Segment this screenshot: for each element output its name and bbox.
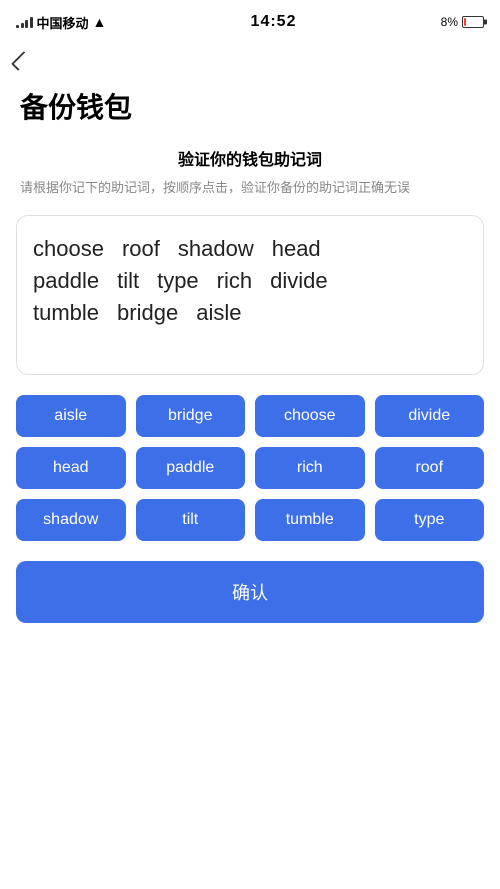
chip-tumble[interactable]: tumble [255, 499, 365, 541]
wifi-icon: ▲ [93, 14, 107, 30]
chip-paddle[interactable]: paddle [136, 447, 246, 489]
battery-fill [464, 18, 466, 26]
back-button[interactable] [0, 44, 500, 78]
word-row-3: tumble bridge aisle [33, 300, 467, 326]
status-time: 14:52 [251, 13, 297, 31]
word-display-box: choose roof shadow head paddle tilt type… [16, 215, 484, 375]
status-carrier: 中国移动 ▲ [16, 13, 106, 32]
chips-container: aisle bridge choose divide head paddle r… [0, 395, 500, 541]
status-bar: 中国移动 ▲ 14:52 8% [0, 0, 500, 44]
chip-head[interactable]: head [16, 447, 126, 489]
chip-shadow[interactable]: shadow [16, 499, 126, 541]
display-word-divide: divide [270, 268, 327, 294]
confirm-button[interactable]: 确认 [16, 561, 484, 623]
carrier-label: 中国移动 [37, 13, 89, 32]
word-row-1: choose roof shadow head [33, 236, 467, 262]
word-row-2: paddle tilt type rich divide [33, 268, 467, 294]
chip-bridge[interactable]: bridge [136, 395, 246, 437]
display-word-bridge: bridge [117, 300, 178, 326]
section-desc: 请根据你记下的助记词，按顺序点击，验证你备份的助记词正确无误 [0, 178, 500, 199]
display-word-roof: roof [122, 236, 160, 262]
battery-icon [462, 16, 484, 28]
section-heading: 验证你的钱包助记词 [0, 146, 500, 170]
display-word-tilt: tilt [117, 268, 139, 294]
chip-aisle[interactable]: aisle [16, 395, 126, 437]
signal-icon [16, 16, 33, 28]
page-title: 备份钱包 [0, 78, 500, 146]
chip-rich[interactable]: rich [255, 447, 365, 489]
display-word-shadow: shadow [178, 236, 254, 262]
display-word-choose: choose [33, 236, 104, 262]
chip-divide[interactable]: divide [375, 395, 485, 437]
display-word-head: head [272, 236, 321, 262]
status-battery: 8% [441, 15, 484, 29]
display-word-rich: rich [217, 268, 252, 294]
battery-percent: 8% [441, 15, 458, 29]
chip-type[interactable]: type [375, 499, 485, 541]
display-word-paddle: paddle [33, 268, 99, 294]
back-arrow-icon [11, 51, 31, 71]
chip-tilt[interactable]: tilt [136, 499, 246, 541]
display-word-tumble: tumble [33, 300, 99, 326]
display-word-type: type [157, 268, 199, 294]
chip-roof[interactable]: roof [375, 447, 485, 489]
chip-choose[interactable]: choose [255, 395, 365, 437]
display-word-aisle: aisle [196, 300, 241, 326]
